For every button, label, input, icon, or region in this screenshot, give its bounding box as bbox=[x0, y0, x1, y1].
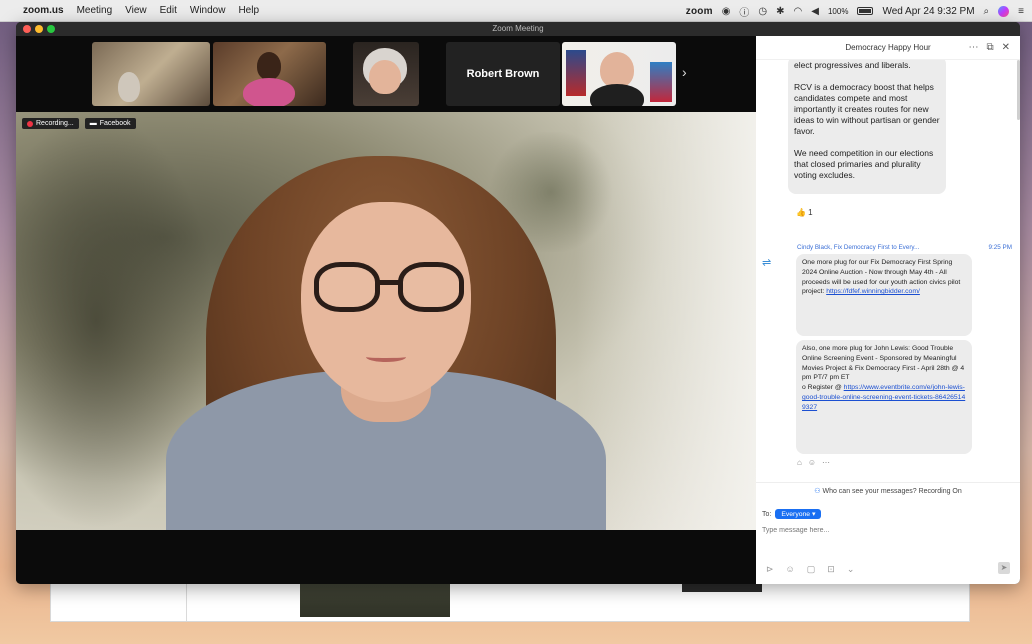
participant-video bbox=[243, 78, 295, 106]
participant-video bbox=[600, 52, 634, 88]
people-icon: ⚇ bbox=[814, 488, 821, 495]
compose-toolbar: ⊳ ☺ ▢ ⊡ ⌄ bbox=[766, 564, 854, 575]
chevron-down-icon[interactable]: ⌄ bbox=[847, 564, 855, 575]
info-icon[interactable]: ⓘ bbox=[739, 4, 749, 19]
menu-help[interactable]: Help bbox=[238, 5, 259, 16]
window-title: Zoom Meeting bbox=[492, 24, 544, 33]
participant-video bbox=[590, 84, 644, 106]
send-button[interactable]: ➤ bbox=[998, 562, 1010, 574]
glasses-bridge bbox=[378, 280, 400, 285]
live-stream-icon: ▬ bbox=[89, 120, 97, 127]
emoji-icon[interactable]: ☺ bbox=[786, 564, 795, 575]
wifi-icon[interactable]: ◠ bbox=[794, 6, 803, 17]
participant-video bbox=[118, 72, 140, 102]
active-speaker-video: Recording... ▬ Facebook bbox=[16, 112, 756, 530]
gallery-next-arrow-icon[interactable]: › bbox=[682, 64, 687, 80]
auction-link[interactable]: https://fdfef.winningbidder.com/ bbox=[826, 288, 920, 295]
participant-gallery-strip: Robert Brown › bbox=[16, 36, 756, 112]
to-label: To: bbox=[762, 510, 772, 518]
zoom-status-icon[interactable]: zoom bbox=[686, 6, 713, 17]
menu-edit[interactable]: Edit bbox=[160, 5, 177, 16]
participant-tile[interactable] bbox=[92, 42, 210, 106]
time-machine-icon[interactable]: ◷ bbox=[758, 6, 767, 17]
chat-header: Democracy Happy Hour ⋯ ⧉ ✕ bbox=[756, 36, 1020, 60]
thumbs-up-reaction[interactable]: 👍 1 bbox=[796, 208, 813, 217]
siri-icon[interactable] bbox=[998, 5, 1010, 17]
message-actions: ⌂ ☺ ⋯ bbox=[797, 458, 830, 467]
poster-left bbox=[566, 50, 586, 96]
volume-icon[interactable]: ◀ bbox=[811, 6, 819, 17]
participant-tile[interactable] bbox=[353, 42, 419, 106]
chat-message: Also, one more plug for John Lewis: Good… bbox=[796, 340, 972, 454]
privacy-notice[interactable]: ⚇ Who can see your messages? Recording O… bbox=[756, 482, 1020, 495]
participant-tile[interactable]: Robert Brown bbox=[446, 42, 560, 106]
message-sender: Cindy Black, Fix Democracy First to Ever… bbox=[797, 244, 920, 251]
control-center-icon[interactable]: ≡ bbox=[1018, 6, 1024, 17]
privacy-text: Who can see your messages? Recording On bbox=[822, 488, 962, 495]
chat-header-actions: ⋯ ⧉ ✕ bbox=[968, 42, 1010, 53]
message-text: Also, one more plug for John Lewis: Good… bbox=[802, 345, 965, 382]
message-text: RCV is a democracy boost that helps cand… bbox=[794, 82, 940, 136]
menu-meeting[interactable]: Meeting bbox=[77, 5, 113, 16]
facebook-live-indicator[interactable]: ▬ Facebook bbox=[84, 118, 136, 129]
message-time: 9:25 PM bbox=[988, 244, 1012, 251]
facebook-label: Facebook bbox=[99, 120, 131, 127]
bluetooth-icon[interactable]: ✱ bbox=[776, 6, 784, 17]
menu-app-name[interactable]: zoom.us bbox=[23, 5, 64, 16]
participant-tile[interactable] bbox=[562, 42, 676, 106]
chat-panel: Democracy Happy Hour ⋯ ⧉ ✕ elect progres… bbox=[756, 36, 1020, 584]
message-text: We need competition in our elections tha… bbox=[794, 148, 934, 180]
menu-window[interactable]: Window bbox=[190, 5, 226, 16]
participant-video bbox=[257, 52, 281, 80]
message-text: elect progressives and liberals. bbox=[794, 60, 911, 70]
live-status-bar: Recording... ▬ Facebook bbox=[22, 118, 136, 129]
register-label: o Register @ bbox=[802, 384, 842, 392]
spotlight-search-icon[interactable]: ⌕ bbox=[984, 6, 990, 17]
chat-message: One more plug for our Fix Democracy Firs… bbox=[796, 254, 972, 336]
recording-indicator[interactable]: Recording... bbox=[22, 118, 79, 129]
clock[interactable]: Wed Apr 24 9:32 PM bbox=[882, 6, 974, 17]
chat-message: elect progressives and liberals. RCV is … bbox=[788, 60, 946, 194]
meeting-bottom-area bbox=[16, 530, 756, 584]
add-reaction-icon[interactable]: ☺ bbox=[808, 458, 816, 467]
screen-share-icon[interactable]: ◉ bbox=[722, 6, 731, 17]
menu-bar: zoom.us Meeting View Edit Window Help zo… bbox=[0, 0, 1032, 22]
participant-tile[interactable] bbox=[213, 42, 326, 106]
chat-message-input[interactable] bbox=[762, 522, 1002, 538]
battery-percent: 100% bbox=[827, 6, 849, 16]
recipient-row: To: Everyone ▾ bbox=[762, 509, 822, 519]
poster-right bbox=[650, 62, 672, 102]
participant-video bbox=[369, 60, 401, 94]
menu-view[interactable]: View bbox=[125, 5, 147, 16]
zoom-meeting-window: Zoom Meeting Robert Brown › Recording...… bbox=[16, 22, 1020, 584]
screenshot-icon[interactable]: ⊡ bbox=[827, 564, 835, 575]
chat-title: Democracy Happy Hour bbox=[845, 43, 931, 52]
glasses-right-lens bbox=[398, 262, 464, 312]
participant-name: Robert Brown bbox=[466, 68, 540, 80]
sender-avatar-icon: ⇌ bbox=[762, 257, 772, 269]
close-icon[interactable]: ✕ bbox=[1002, 42, 1010, 53]
reply-icon[interactable]: ⌂ bbox=[797, 458, 802, 467]
file-icon[interactable]: ▢ bbox=[807, 564, 816, 575]
more-options-icon[interactable]: ⋯ bbox=[968, 42, 978, 53]
recipient-dropdown[interactable]: Everyone ▾ bbox=[775, 509, 822, 519]
speaker-smile bbox=[366, 352, 406, 362]
battery-icon[interactable] bbox=[857, 7, 874, 15]
recording-label: Recording... bbox=[36, 120, 74, 127]
more-actions-icon[interactable]: ⋯ bbox=[822, 458, 830, 467]
pop-out-icon[interactable]: ⧉ bbox=[986, 42, 993, 53]
record-icon bbox=[27, 120, 33, 127]
chat-messages: elect progressives and liberals. RCV is … bbox=[756, 60, 1020, 480]
format-icon[interactable]: ⊳ bbox=[766, 564, 774, 575]
title-bar: Zoom Meeting bbox=[16, 22, 1020, 36]
glasses-left-lens bbox=[314, 262, 380, 312]
